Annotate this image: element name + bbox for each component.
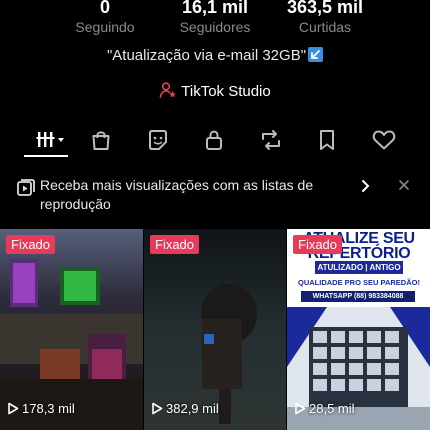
poster-phone: WHATSAPP (88) 983384088 [301,291,415,302]
tab-stickers[interactable] [142,124,174,156]
view-count: 28,5 mil [294,401,355,416]
play-icon [8,402,19,415]
view-count-value: 382,9 mil [166,401,219,416]
followers-stat[interactable]: 16,1 mil Seguidores [160,0,270,36]
tab-reposts[interactable] [255,124,287,156]
tiktok-studio-link[interactable]: TikTok Studio [0,81,430,100]
bio-text: "Atualização via e-mail 32GB" [106,47,307,64]
following-stat[interactable]: 0 Seguindo [50,0,160,36]
play-icon [295,402,306,415]
playlist-banner[interactable]: Receba mais visualizações com as listas … [0,175,430,215]
thumbnail-image [0,229,143,430]
following-label: Seguindo [75,19,135,35]
shopping-bag-icon [92,131,110,150]
profile-bio: "Atualização via e-mail 32GB" [0,47,430,64]
poster-tagline: QUALIDADE PRO SEU PAREDÃO! [298,278,420,287]
heart-icon [372,130,396,150]
likes-count: 363,5 mil [286,0,364,17]
play-icon [152,402,163,415]
view-count: 382,9 mil [151,401,219,416]
banner-text: Receba mais visualizações com as listas … [40,177,314,212]
video-thumbnail-1[interactable]: Fixado 178,3 mil [0,229,143,430]
studio-label: TikTok Studio [181,83,271,100]
tab-private[interactable] [198,124,230,156]
pinned-badge: Fixado [6,235,56,254]
video-thumbnail-3[interactable]: ATUALIZE SEU REPERTÓRIO ATULIZADO | ANTI… [287,229,430,430]
poster-subtitle: ATULIZADO | ANTIGO [315,261,403,274]
profile-stats: 0 Seguindo 16,1 mil Seguidores 363,5 mil… [0,0,430,40]
tab-liked[interactable] [368,124,400,156]
tab-favorites[interactable] [311,124,343,156]
tab-videos[interactable] [31,124,71,156]
playlist-icon [17,179,35,196]
tab-shop[interactable] [85,124,117,156]
studio-user-icon [159,82,177,98]
followers-count: 16,1 mil [181,0,249,17]
video-thumbnail-2[interactable]: Fixado 382,9 mil [144,229,286,430]
pinned-badge: Fixado [150,235,200,254]
video-grid: Fixado 178,3 mil Fixado 382,9 mil ATUALI… [0,229,430,430]
arrow-down-left-emoji-icon [308,47,324,62]
active-tab-indicator [24,155,68,157]
bookmark-icon [320,130,334,150]
videos-grid-icon [36,132,64,147]
thumbnail-image [144,229,286,430]
pinned-badge: Fixado [293,235,343,254]
followers-label: Seguidores [179,19,251,35]
view-count-value: 28,5 mil [309,401,355,416]
likes-stat[interactable]: 363,5 mil Curtidas [270,0,380,36]
following-count: 0 [99,0,110,17]
repost-icon [262,130,280,150]
chevron-right-icon[interactable] [360,179,372,193]
lock-icon [206,130,222,150]
likes-label: Curtidas [298,19,352,35]
sticker-icon [149,130,167,150]
close-icon[interactable] [398,179,410,191]
view-count-value: 178,3 mil [22,401,75,416]
profile-tabs [0,118,430,158]
view-count: 178,3 mil [7,401,75,416]
